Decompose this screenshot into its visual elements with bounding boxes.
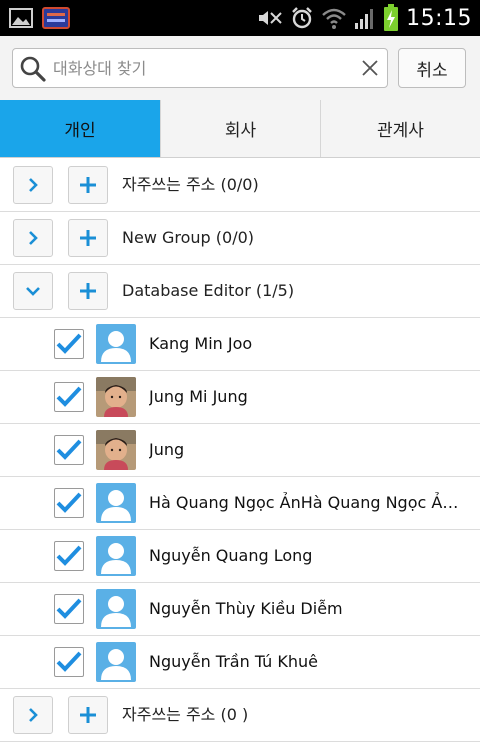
tab-company[interactable]: 회사 <box>160 100 320 157</box>
checkmark-icon <box>56 651 82 672</box>
wifi-icon <box>322 8 346 29</box>
plus-icon <box>80 177 96 193</box>
signal-icon <box>355 9 374 29</box>
expand-button[interactable] <box>13 696 53 734</box>
member-name: Nguyễn Quang Long <box>149 546 313 565</box>
cancel-button[interactable]: 취소 <box>398 48 466 88</box>
member-checkbox[interactable] <box>54 594 84 624</box>
member-row[interactable]: Hà Quang Ngọc ẢnHà Quang Ngọc Ản... <box>0 477 480 530</box>
plus-icon <box>80 707 96 723</box>
tab-affiliates[interactable]: 관계사 <box>320 100 480 157</box>
checkmark-icon <box>56 333 82 354</box>
checkmark-icon <box>56 598 82 619</box>
member-checkbox[interactable] <box>54 382 84 412</box>
collapse-button[interactable] <box>13 272 53 310</box>
member-checkbox[interactable] <box>54 541 84 571</box>
group-row[interactable]: New Group (0/0) <box>0 212 480 265</box>
member-name: Nguyễn Thùy Kiều Diễm <box>149 599 343 618</box>
member-name: Nguyễn Trần Tú Khuê <box>149 652 319 671</box>
member-row[interactable]: Nguyễn Thùy Kiều Diễm <box>0 583 480 636</box>
group-row[interactable]: 자주쓰는 주소 (0 ) <box>0 689 480 742</box>
contact-list: 자주쓰는 주소 (0/0) New Group (0/0) Database E… <box>0 159 480 742</box>
member-checkbox[interactable] <box>54 435 84 465</box>
member-name: Jung Mi Jung <box>149 387 248 406</box>
photo-avatar <box>96 430 136 470</box>
alarm-icon <box>292 7 312 29</box>
chevron-right-icon <box>29 708 38 722</box>
checkmark-icon <box>56 386 82 407</box>
member-row[interactable]: Jung Mi Jung <box>0 371 480 424</box>
search-box[interactable] <box>12 48 388 88</box>
group-label: New Group (0/0) <box>122 228 255 247</box>
member-row[interactable]: Nguyễn Quang Long <box>0 530 480 583</box>
expand-button[interactable] <box>13 166 53 204</box>
clear-icon[interactable] <box>361 59 379 77</box>
group-row[interactable]: 자주쓰는 주소 (0/0) <box>0 159 480 212</box>
search-bar: 취소 <box>0 36 480 100</box>
search-input[interactable] <box>53 49 353 87</box>
member-name: Jung <box>149 440 185 459</box>
add-button[interactable] <box>68 696 108 734</box>
group-label: Database Editor (1/5) <box>122 281 295 300</box>
status-bar: 15:15 <box>0 0 480 36</box>
chevron-down-icon <box>26 287 40 296</box>
plus-icon <box>80 230 96 246</box>
member-row[interactable]: Nguyễn Trần Tú Khuê <box>0 636 480 689</box>
group-row[interactable]: Database Editor (1/5) <box>0 265 480 318</box>
chevron-right-icon <box>29 178 38 192</box>
add-button[interactable] <box>68 166 108 204</box>
member-checkbox[interactable] <box>54 329 84 359</box>
group-label: 자주쓰는 주소 (0/0) <box>122 175 259 194</box>
chevron-right-icon <box>29 231 38 245</box>
search-icon <box>20 56 46 82</box>
member-checkbox[interactable] <box>54 488 84 518</box>
default-avatar-icon <box>96 642 136 682</box>
group-label: 자주쓰는 주소 (0 ) <box>122 705 249 724</box>
tab-bar: 개인 회사 관계사 <box>0 100 480 158</box>
member-checkbox[interactable] <box>54 647 84 677</box>
image-notification-icon <box>9 8 33 28</box>
battery-charging-icon <box>384 4 399 31</box>
member-row[interactable]: Jung <box>0 424 480 477</box>
tab-personal[interactable]: 개인 <box>0 100 160 157</box>
checkmark-icon <box>56 545 82 566</box>
member-name: Hà Quang Ngọc ẢnHà Quang Ngọc Ản... <box>149 493 463 512</box>
photo-avatar <box>96 377 136 417</box>
member-row[interactable]: Kang Min Joo <box>0 318 480 371</box>
member-name: Kang Min Joo <box>149 334 253 353</box>
default-avatar-icon <box>96 536 136 576</box>
default-avatar-icon <box>96 324 136 364</box>
add-button[interactable] <box>68 219 108 257</box>
default-avatar-icon <box>96 483 136 523</box>
mute-icon <box>259 11 282 25</box>
plus-icon <box>80 283 96 299</box>
add-button[interactable] <box>68 272 108 310</box>
checkmark-icon <box>56 439 82 460</box>
default-avatar-icon <box>96 589 136 629</box>
checkmark-icon <box>56 492 82 513</box>
app-notification-icon <box>42 7 70 29</box>
clock: 15:15 <box>406 5 472 31</box>
expand-button[interactable] <box>13 219 53 257</box>
